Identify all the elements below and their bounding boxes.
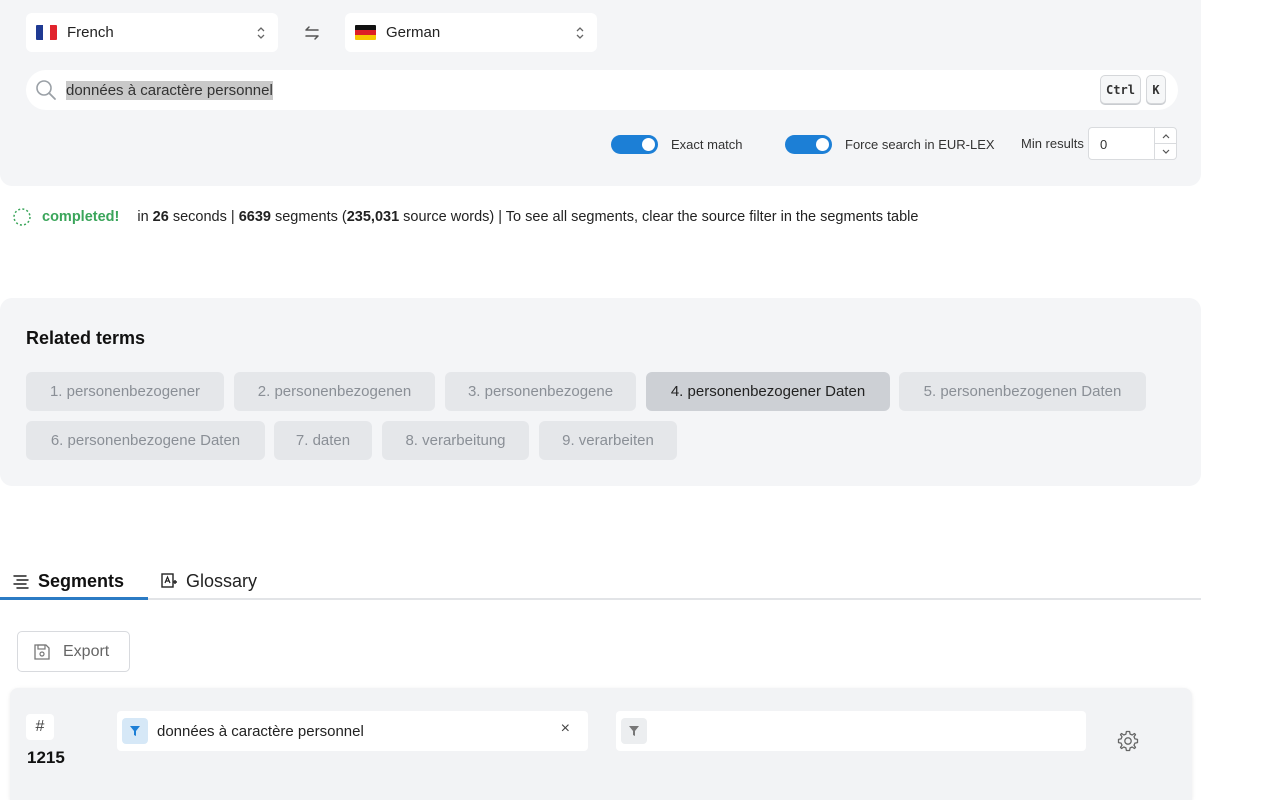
related-term-chip[interactable]: 8. verarbeitung: [382, 421, 529, 460]
france-flag-icon: [36, 25, 57, 40]
align-left-icon: [13, 575, 29, 589]
related-term-chip[interactable]: 7. daten: [274, 421, 372, 460]
filter-icon[interactable]: [122, 718, 148, 744]
source-language-select[interactable]: French: [26, 13, 278, 52]
source-filter-input[interactable]: données à caractère personnel ×: [117, 711, 588, 751]
hash-icon: #: [26, 714, 54, 740]
tab-glossary-label: Glossary: [186, 570, 258, 591]
status-segments-label: segments (: [274, 209, 347, 225]
status-seconds-label: seconds |: [172, 209, 235, 225]
increment-button[interactable]: [1155, 128, 1176, 144]
related-term-chip[interactable]: 1. personenbezogener: [26, 372, 224, 411]
related-terms-title: Related terms: [26, 328, 146, 348]
clear-filter-icon[interactable]: ×: [561, 720, 570, 738]
status-segments: 6639: [238, 209, 271, 225]
chevron-up-icon: [1162, 133, 1169, 138]
glossary-icon: [161, 573, 177, 588]
swap-arrows-icon: [305, 26, 319, 40]
force-search-label: Force search in EUR-LEX: [845, 137, 995, 152]
target-filter-input[interactable]: [616, 711, 1086, 751]
target-language-label: German: [386, 24, 441, 41]
export-label: Export: [63, 642, 110, 660]
min-results-label: Min results: [1021, 136, 1084, 151]
source-language-label: French: [67, 24, 114, 41]
save-icon: [34, 643, 50, 660]
target-language-select[interactable]: German: [345, 13, 597, 52]
active-tab-indicator: [0, 597, 148, 600]
exact-match-label: Exact match: [671, 137, 743, 152]
related-term-chip[interactable]: 5. personenbezogenen Daten: [899, 372, 1146, 411]
swap-languages-button[interactable]: [298, 20, 326, 46]
tab-segments[interactable]: Segments: [12, 566, 124, 596]
germany-flag-icon: [355, 25, 376, 40]
status-source-words-label: source words) | To see all segments, cle…: [403, 209, 919, 225]
tab-glossary[interactable]: Glossary: [160, 566, 257, 596]
source-filter-value: données à caractère personnel: [157, 722, 364, 740]
decrement-button[interactable]: [1155, 144, 1176, 159]
search-icon: [36, 80, 56, 100]
status-prefix: in: [137, 209, 149, 225]
related-term-chip[interactable]: 3. personenbezogene: [445, 372, 636, 411]
search-panel: French German données à caractère person…: [0, 0, 1201, 186]
search-status: completed! in 26 seconds | 6639 segments…: [12, 207, 918, 227]
results-tabs: Segments Glossary: [0, 560, 1201, 600]
related-term-chip-active[interactable]: 4. personenbezogener Daten: [646, 372, 890, 411]
progress-spinner-icon: [13, 208, 31, 226]
gear-icon[interactable]: [1116, 729, 1140, 753]
related-term-chip[interactable]: 6. personenbezogene Daten: [26, 421, 265, 460]
status-completed: completed!: [42, 209, 120, 225]
exact-match-toggle[interactable]: [611, 135, 658, 154]
tab-segments-label: Segments: [38, 570, 125, 591]
segment-count: 1215: [27, 748, 65, 767]
chevron-updown-icon: [256, 25, 266, 41]
chevron-down-icon: [1162, 149, 1169, 154]
min-results-input[interactable]: 0: [1088, 127, 1177, 160]
shortcut-key-k: K: [1146, 75, 1166, 104]
force-search-toggle[interactable]: [785, 135, 832, 154]
status-source-words: 235,031: [346, 209, 400, 225]
export-button[interactable]: Export: [17, 631, 130, 672]
related-term-chip[interactable]: 9. verarbeiten: [539, 421, 677, 460]
search-input[interactable]: données à caractère personnel: [26, 70, 1178, 110]
related-term-chip[interactable]: 2. personenbezogenen: [234, 372, 435, 411]
search-query-text[interactable]: données à caractère personnel: [66, 81, 273, 100]
min-results-stepper[interactable]: [1154, 128, 1176, 159]
shortcut-key-ctrl: Ctrl: [1100, 75, 1141, 104]
related-terms-panel: Related terms 1. personenbezogener 2. pe…: [0, 298, 1201, 486]
chevron-updown-icon: [575, 25, 585, 41]
status-seconds: 26: [152, 209, 169, 225]
filter-icon[interactable]: [621, 718, 647, 744]
min-results-value: 0: [1100, 137, 1108, 152]
